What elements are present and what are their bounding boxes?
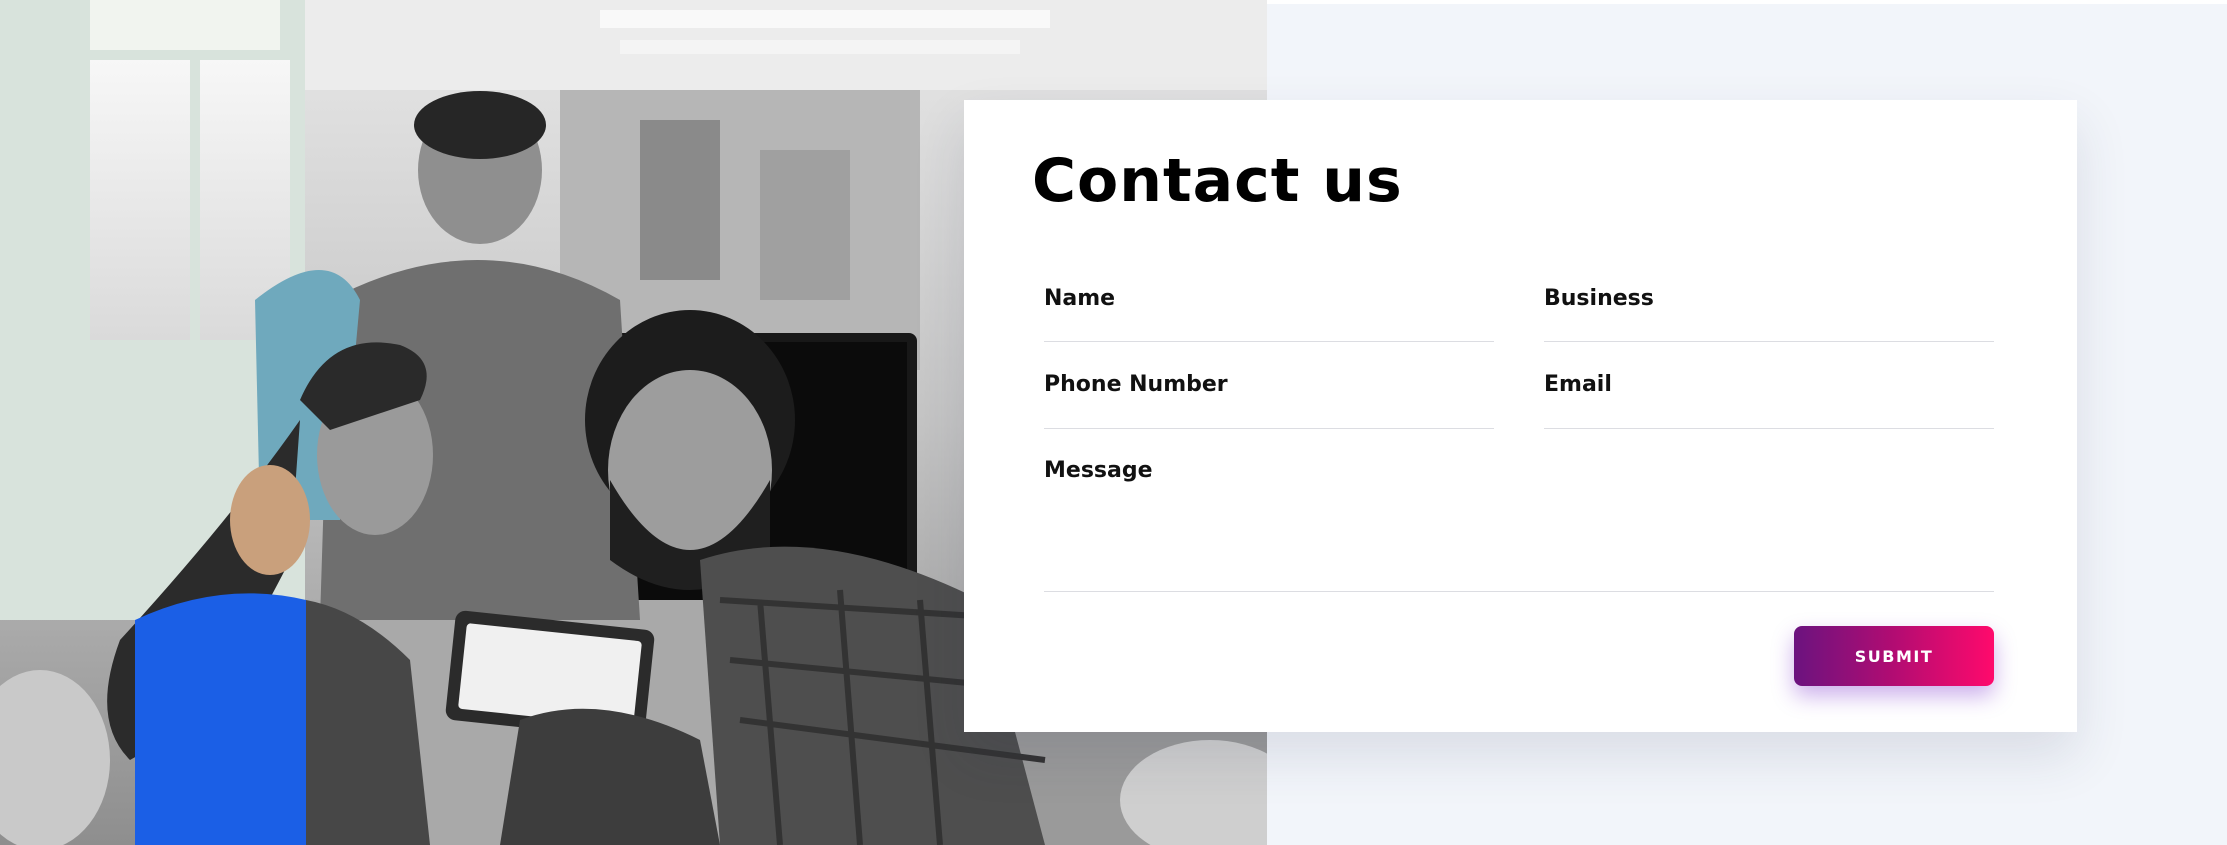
- submit-button[interactable]: SUBMIT: [1794, 626, 1994, 686]
- phone-field[interactable]: Phone Number: [1044, 372, 1494, 429]
- contact-page: Contact us Name Business Phone Number Em…: [0, 0, 2227, 845]
- page-title: Contact us: [1032, 146, 1403, 216]
- name-field[interactable]: Name: [1044, 286, 1494, 342]
- phone-input[interactable]: [1044, 372, 1494, 428]
- message-input[interactable]: [1044, 458, 1994, 591]
- business-input[interactable]: [1544, 286, 1994, 341]
- name-input[interactable]: [1044, 286, 1494, 341]
- email-input[interactable]: [1544, 372, 1994, 428]
- business-field[interactable]: Business: [1544, 286, 1994, 342]
- email-field[interactable]: Email: [1544, 372, 1994, 429]
- contact-form-card: Contact us Name Business Phone Number Em…: [964, 100, 2077, 732]
- message-field[interactable]: Message: [1044, 458, 1994, 592]
